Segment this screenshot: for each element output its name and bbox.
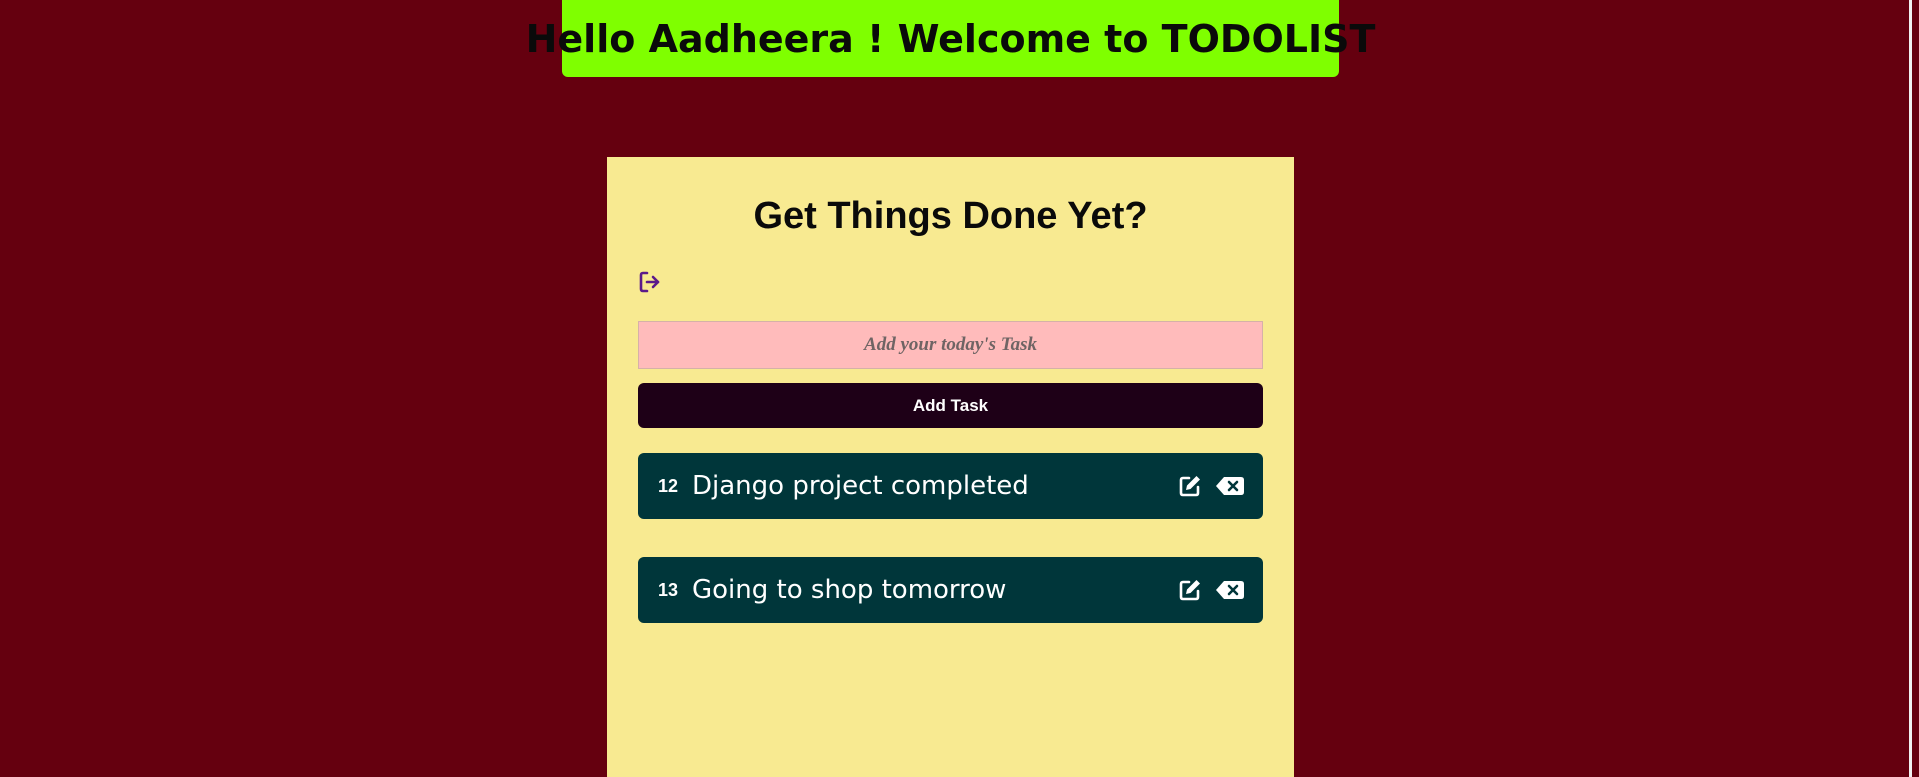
task-item: 13 Going to shop tomorrow	[638, 557, 1263, 623]
scrollbar-thumb[interactable]	[1909, 0, 1912, 777]
card-title: Get Things Done Yet?	[753, 195, 1148, 237]
welcome-heading: Hello Aadheera ! Welcome to TODOLIST	[525, 16, 1376, 61]
todo-card: Get Things Done Yet? Add Task 12 Django …	[607, 157, 1294, 777]
edit-icon[interactable]	[1177, 473, 1203, 499]
logout-icon[interactable]	[637, 269, 663, 295]
backspace-delete-icon[interactable]	[1215, 579, 1245, 601]
task-input[interactable]	[638, 321, 1263, 369]
edit-icon[interactable]	[1177, 577, 1203, 603]
page-scrollbar[interactable]	[1902, 0, 1919, 777]
task-id: 13	[658, 579, 679, 600]
add-task-button[interactable]: Add Task	[638, 383, 1263, 428]
task-text: Going to shop tomorrow	[692, 575, 1007, 605]
task-actions	[1177, 473, 1245, 499]
task-text: Django project completed	[692, 471, 1029, 501]
welcome-banner: Hello Aadheera ! Welcome to TODOLIST	[526, 0, 1375, 77]
task-id: 12	[658, 475, 679, 496]
backspace-delete-icon[interactable]	[1215, 475, 1245, 497]
task-actions	[1177, 577, 1245, 603]
task-list: 12 Django project completed 13 Going to …	[638, 453, 1263, 661]
task-item: 12 Django project completed	[638, 453, 1263, 519]
